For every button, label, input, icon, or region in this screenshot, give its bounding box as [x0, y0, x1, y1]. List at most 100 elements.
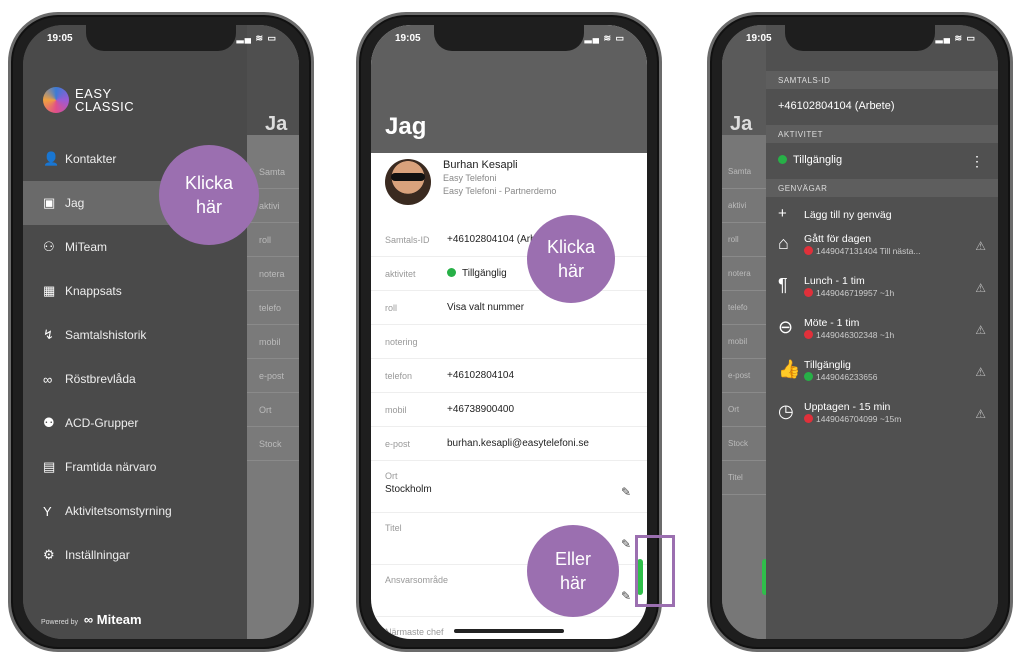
field-label: telefon — [385, 370, 413, 381]
profile-name: Burhan Kesapli — [443, 159, 518, 171]
shortcut-item[interactable]: ⌂ Gått för dagen 1449047131404 Till nästa.… — [766, 227, 998, 269]
navigation-drawer: EASY CLASSIC 👤 Kontakter ▣ Jag ⚇ MiTeam ▦ Knapp… — [23, 25, 247, 639]
callout-or-here: Eller här — [527, 525, 619, 617]
menu-item-8[interactable]: Y Aktivitetsomstyrning — [23, 489, 247, 533]
background-title: Ja — [730, 113, 753, 135]
callout-line2: här — [557, 261, 584, 281]
shortcut-icon: ¶ — [778, 275, 788, 295]
editable-field-row[interactable]: Ort Stockholm ✎ — [371, 461, 647, 513]
field-value-text: Visa valt nummer — [447, 302, 525, 313]
edit-pencil-icon[interactable]: ✎ — [621, 589, 631, 603]
phone-profile: 19:05 ▂▄ ≋ ▭ Jag Burhan Kesapli Easy Tel… — [356, 12, 675, 652]
available-dot-icon — [778, 155, 787, 164]
menu-item-icon: ▦ — [43, 283, 56, 298]
background-page: Ja Samta aktivi roll notera telefo mobil e-pos… — [722, 25, 766, 639]
warning-icon[interactable]: ⚠ — [975, 281, 986, 295]
warning-icon[interactable]: ⚠ — [975, 407, 986, 421]
profile-field-row[interactable]: mobil +46738900400 — [371, 393, 647, 427]
shortcut-title: Möte - 1 tim — [804, 317, 860, 329]
profile-field-row[interactable]: e-post burhan.kesapli@easytelefoni.se — [371, 427, 647, 461]
shortcut-item[interactable]: ⊖ Möte - 1 tim 1449046302348 ~1h ⚠ — [766, 311, 998, 353]
callout-click-here: Klicka här — [527, 215, 615, 303]
background-row: roll — [247, 223, 299, 257]
shortcut-icon: 👍 — [778, 359, 801, 379]
add-shortcut-button[interactable]: + Lägg till ny genväg — [766, 197, 998, 227]
section-header-callid: SAMTALS-ID — [766, 71, 998, 89]
profile-field-row[interactable]: roll Visa valt nummer — [371, 291, 647, 325]
callout-line1: Klicka — [546, 237, 595, 257]
field-value-text: +46738900400 — [447, 404, 515, 415]
menu-item-icon: ⚉ — [43, 415, 55, 430]
field-label: Ort — [385, 471, 398, 481]
warning-icon[interactable]: ⚠ — [975, 323, 986, 337]
avatar — [385, 159, 431, 205]
menu-item-icon: ↯ — [43, 327, 54, 342]
menu-item-3[interactable]: ▦ Knappsats — [23, 269, 247, 313]
status-time: 19:05 — [47, 33, 73, 44]
background-row: telefo — [247, 291, 299, 325]
menu-item-9[interactable]: ⚙ Inställningar — [23, 533, 247, 577]
notch — [86, 25, 236, 51]
menu-item-label: MiTeam — [65, 240, 108, 254]
profile-card: Burhan Kesapli Easy Telefoni Easy Telefo… — [385, 159, 637, 219]
busy-dot-icon — [804, 414, 813, 423]
editable-field-row[interactable]: Närmaste chef✎ — [371, 617, 647, 639]
field-value-text: +46102804104 — [447, 370, 515, 381]
menu-item-label: Kontakter — [65, 152, 117, 166]
field-label: Samtals-ID — [385, 234, 430, 245]
busy-dot-icon — [804, 330, 813, 339]
shortcut-title: Tillgänglig — [804, 359, 851, 371]
phone-status-panel: 19:05 ▂▄ ≋ ▭ Ja Samta aktivi roll notera tel… — [707, 12, 1013, 652]
background-title: Ja — [265, 113, 288, 135]
shortcut-icon: ◷ — [778, 401, 794, 421]
menu-item-5[interactable]: ∞ Röstbrevlåda — [23, 357, 247, 401]
background-row: Samta — [722, 155, 766, 189]
field-value: +46102804104 — [447, 370, 514, 381]
shortcut-list: ⌂ Gått för dagen 1449047131404 Till nästa.… — [766, 227, 998, 437]
screen: 19:05 ▂▄ ≋ ▭ Ja Samta aktivi roll notera tel… — [23, 25, 299, 639]
shortcut-text: Upptagen - 15 min 1449046704099 ~15m — [804, 401, 901, 424]
edit-pencil-icon[interactable]: ✎ — [621, 485, 631, 499]
shortcut-item[interactable]: 👍 Tillgänglig 1449046233656 ⚠ — [766, 353, 998, 395]
menu-item-icon: 👤 — [43, 151, 60, 166]
warning-icon[interactable]: ⚠ — [975, 365, 986, 379]
menu-item-icon: ▤ — [43, 459, 56, 474]
menu-item-7[interactable]: ▤ Framtida närvaro — [23, 445, 247, 489]
background-row: Titel — [722, 461, 766, 495]
logo-icon — [43, 87, 69, 113]
menu-item-label: ACD-Grupper — [65, 416, 139, 430]
background-row: roll — [722, 223, 766, 257]
status-icons: ▂▄ ≋ ▭ — [935, 33, 976, 43]
shortcut-subtitle: 1449046233656 — [804, 372, 877, 382]
edit-pencil-icon[interactable]: ✎ — [621, 537, 631, 551]
warning-icon[interactable]: ⚠ — [975, 239, 986, 253]
background-row: e-post — [722, 359, 766, 393]
profile-field-row[interactable]: notering — [371, 325, 647, 359]
shortcut-sub-text: 1449046302348 ~1h — [816, 330, 895, 340]
shortcut-text: Lunch - 1 tim 1449046719957 ~1h — [804, 275, 894, 298]
background-row: Stock — [247, 427, 299, 461]
profile-field-row[interactable]: telefon +46102804104 — [371, 359, 647, 393]
callid-row[interactable]: +46102804104 (Arbete) — [766, 89, 998, 125]
more-vertical-icon[interactable]: ⋮ — [970, 153, 984, 170]
shortcut-text: Möte - 1 tim 1449046302348 ~1h — [804, 317, 894, 340]
field-value: Stockholm — [385, 484, 432, 495]
page-title: Jag — [385, 113, 427, 140]
background-row: e-post — [247, 359, 299, 393]
background-page: Ja Samta aktivi roll notera telefo mobil e-pos… — [247, 25, 299, 639]
shortcut-item[interactable]: ¶ Lunch - 1 tim 1449046719957 ~1h ⚠ — [766, 269, 998, 311]
shortcut-text: Tillgänglig 1449046233656 — [804, 359, 877, 382]
background-row: mobil — [247, 325, 299, 359]
field-label: roll — [385, 302, 398, 313]
menu-item-6[interactable]: ⚉ ACD-Grupper — [23, 401, 247, 445]
available-dot-icon — [804, 372, 813, 381]
activity-row[interactable]: Tillgänglig ⋮ — [766, 143, 998, 179]
menu-item-4[interactable]: ↯ Samtalshistorik — [23, 313, 247, 357]
callout-click-here: Klicka här — [159, 145, 259, 245]
background-row: mobil — [722, 325, 766, 359]
section-header-shortcuts: GENVÄGAR — [766, 179, 998, 197]
menu-item-icon: ▣ — [43, 195, 56, 210]
callout-line1: Eller — [554, 549, 591, 569]
field-value: Visa valt nummer — [447, 302, 524, 313]
shortcut-item[interactable]: ◷ Upptagen - 15 min 1449046704099 ~15m ⚠ — [766, 395, 998, 437]
